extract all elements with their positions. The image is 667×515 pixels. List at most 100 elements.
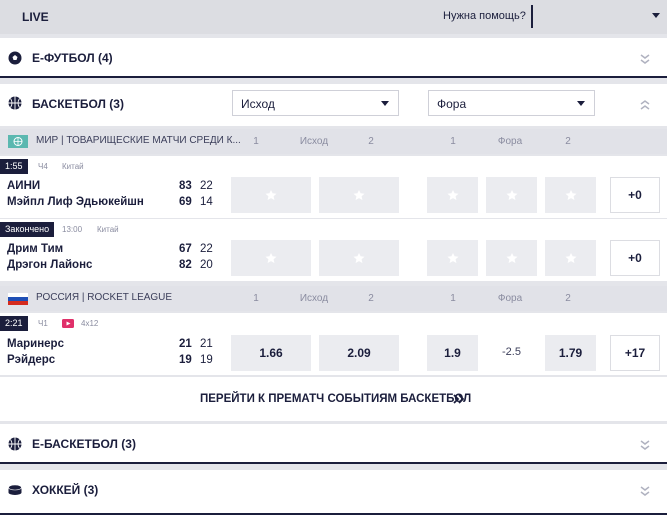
team2-score: 19 xyxy=(179,354,192,366)
double-chevron-right-icon xyxy=(453,394,464,404)
odd-button-locked[interactable] xyxy=(427,240,478,276)
handicap-value: -2.5 xyxy=(502,346,521,358)
more-markets-button[interactable]: +17 xyxy=(610,335,660,371)
more-markets-button[interactable]: +0 xyxy=(610,177,660,213)
live-label: LIVE xyxy=(22,10,49,24)
sport-row-efootball[interactable]: Е-ФУТБОЛ (4) xyxy=(0,38,667,78)
sport-title: ХОККЕЙ (3) xyxy=(32,483,99,497)
odd-button-win2[interactable]: 2.09 xyxy=(319,335,399,371)
lock-icon xyxy=(353,190,365,200)
column-header: Фора xyxy=(497,293,523,304)
team2-period-score: 19 xyxy=(200,354,213,366)
lock-icon xyxy=(565,190,576,200)
team2-name: Рэйдерс xyxy=(7,354,56,366)
russia-flag-icon xyxy=(8,293,28,305)
basketball-icon xyxy=(8,96,22,110)
team2-period-score: 20 xyxy=(200,259,213,271)
column-header: 1 xyxy=(450,293,456,304)
column-header: 2 xyxy=(565,136,571,147)
more-markets-button[interactable]: +0 xyxy=(610,240,660,276)
odd-button-locked[interactable] xyxy=(486,177,537,213)
team1-name: АИНИ xyxy=(7,180,41,192)
team2-name: Дрэгон Лайонс xyxy=(7,259,93,271)
chevron-down-icon xyxy=(577,101,585,106)
column-header: 1 xyxy=(450,136,456,147)
match-time-badge: 1:55 xyxy=(0,159,28,174)
sport-title: Е-ФУТБОЛ (4) xyxy=(32,51,113,65)
prematch-link[interactable]: ПЕРЕЙТИ К ПРЕМАТЧ СОБЫТИЯМ БАСКЕТБОЛ xyxy=(0,377,667,421)
help-link[interactable]: Нужна помощь? xyxy=(443,10,526,22)
lock-icon xyxy=(265,253,277,263)
team1-score: 67 xyxy=(179,243,192,255)
top-bar: LIVE Нужна помощь? xyxy=(0,0,667,34)
match-time: 13:00 xyxy=(62,225,83,234)
odd-button-locked[interactable] xyxy=(545,240,596,276)
team1-score: 21 xyxy=(179,338,192,350)
basketball-icon xyxy=(8,437,22,451)
sport-row-basketball[interactable]: БАСКЕТБОЛ (3) Исход Фора xyxy=(0,84,667,126)
league-name: РОССИЯ | ROCKET LEAGUE xyxy=(36,292,173,303)
chevron-down-icon xyxy=(381,101,389,106)
country-label: Китай xyxy=(97,225,119,234)
divider xyxy=(531,5,533,28)
team2-score: 82 xyxy=(179,259,192,271)
select-value: Фора xyxy=(437,97,467,111)
sport-row-ebasketball[interactable]: Е-БАСКЕТБОЛ (3) xyxy=(0,424,667,464)
odd-button-locked[interactable] xyxy=(319,177,399,213)
sport-row-hockey[interactable]: ХОККЕЙ (3) xyxy=(0,470,667,515)
prematch-link-text: ПЕРЕЙТИ К ПРЕМАТЧ СОБЫТИЯМ БАСКЕТБОЛ xyxy=(200,393,472,405)
handicap-select[interactable]: Фора xyxy=(428,90,595,116)
lock-icon xyxy=(506,190,517,200)
select-value: Исход xyxy=(241,97,275,111)
column-header: 2 xyxy=(368,136,374,147)
team1-score: 83 xyxy=(179,180,192,192)
chevron-down-icon[interactable] xyxy=(640,53,650,65)
odd-button-locked[interactable] xyxy=(231,240,311,276)
country-label: Китай xyxy=(62,162,84,171)
video-stream-icon[interactable] xyxy=(62,319,74,328)
sport-title: Е-БАСКЕТБОЛ (3) xyxy=(32,437,136,451)
odd-button-win1[interactable]: 1.66 xyxy=(231,335,311,371)
column-header: 1 xyxy=(253,136,259,147)
team1-period-score: 21 xyxy=(200,338,213,350)
column-header: 2 xyxy=(368,293,374,304)
odd-button-locked[interactable] xyxy=(231,177,311,213)
column-header: 2 xyxy=(565,293,571,304)
odd-button-handicap1[interactable]: 1.9 xyxy=(427,335,478,371)
sport-title: БАСКЕТБОЛ (3) xyxy=(32,97,124,111)
league-name: МИР | ТОВАРИЩЕСКИЕ МАТЧИ СРЕДИ К... xyxy=(36,135,241,146)
lock-icon xyxy=(447,253,458,263)
odd-button-locked[interactable] xyxy=(319,240,399,276)
dropdown-caret-icon[interactable] xyxy=(652,13,660,18)
lock-icon xyxy=(265,190,277,200)
match-row[interactable]: 2:21 Ч1 4x12 Маринерс Рэйдерс 21 21 19 1… xyxy=(0,313,667,375)
team2-name: Мэйпл Лиф Эдьюкейшн xyxy=(7,196,144,208)
lock-icon xyxy=(506,253,517,263)
match-status-badge: Закончено xyxy=(0,222,55,237)
column-header: 1 xyxy=(253,293,259,304)
team2-score: 69 xyxy=(179,196,192,208)
match-row[interactable]: Закончено 13:00 Китай Дрим Тим Дрэгон Ла… xyxy=(0,219,667,281)
odd-button-locked[interactable] xyxy=(486,240,537,276)
outcome-select[interactable]: Исход xyxy=(232,90,399,116)
football-icon xyxy=(8,51,22,65)
world-icon xyxy=(8,135,28,148)
odd-button-locked[interactable] xyxy=(427,177,478,213)
lock-icon xyxy=(353,253,365,263)
match-time-badge: 2:21 xyxy=(0,316,28,331)
league-header[interactable]: МИР | ТОВАРИЩЕСКИЕ МАТЧИ СРЕДИ К... 1 Ис… xyxy=(0,129,667,154)
match-row[interactable]: 1:55 Ч4 Китай АИНИ Мэйпл Лиф Эдьюкейшн 8… xyxy=(0,156,667,218)
chevron-up-icon[interactable] xyxy=(640,99,650,111)
league-header[interactable]: РОССИЯ | ROCKET LEAGUE 1 Исход 2 1 Фора … xyxy=(0,286,667,311)
chevron-down-icon[interactable] xyxy=(640,485,650,497)
lock-icon xyxy=(447,190,458,200)
column-header: Исход xyxy=(299,136,329,147)
column-header: Фора xyxy=(497,136,523,147)
match-format: 4x12 xyxy=(81,319,99,328)
team1-name: Дрим Тим xyxy=(7,243,64,255)
period-label: Ч4 xyxy=(38,162,48,171)
chevron-down-icon[interactable] xyxy=(640,439,650,451)
odd-button-handicap2[interactable]: 1.79 xyxy=(545,335,596,371)
odd-button-locked[interactable] xyxy=(545,177,596,213)
column-header: Исход xyxy=(299,293,329,304)
